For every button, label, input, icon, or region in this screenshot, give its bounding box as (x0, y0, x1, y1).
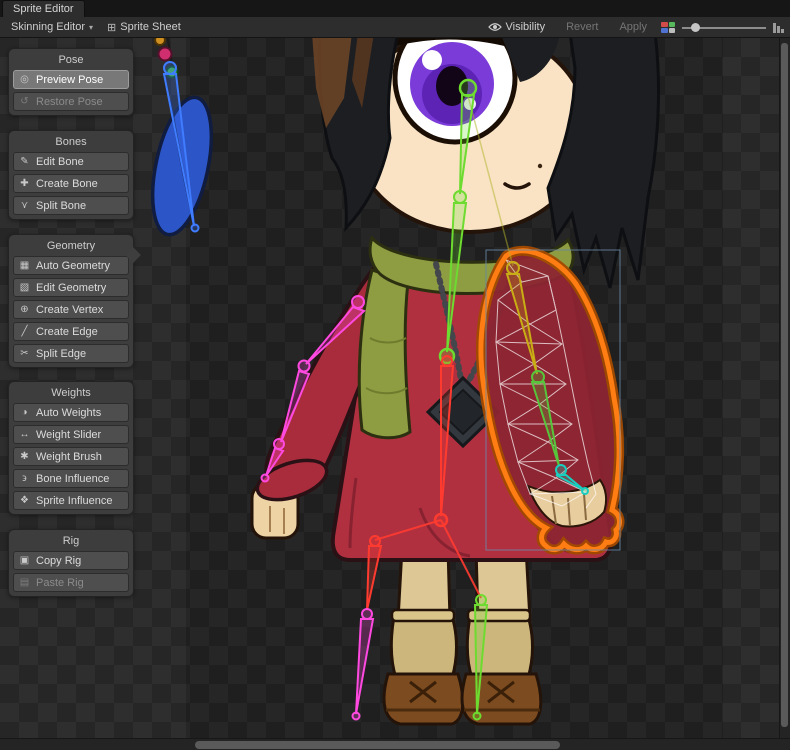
auto-weights-button[interactable]: ◑ Auto Weights (13, 403, 129, 422)
preview-pose-label: Preview Pose (36, 74, 103, 86)
sprite-editor-window: Sprite Editor Skinning Editor ▾ ⊞ Sprite… (0, 0, 790, 750)
split-bone-icon: ⋎ (18, 200, 31, 211)
chevron-down-icon: ▾ (89, 23, 93, 32)
create-vertex-label: Create Vertex (36, 304, 103, 316)
create-edge-button[interactable]: ╱ Create Edge (13, 322, 129, 341)
edit-geometry-button[interactable]: ▧ Edit Geometry (13, 278, 129, 297)
toolbar-right-group: Visibility Revert Apply (481, 19, 786, 36)
create-bone-icon: ✚ (18, 178, 31, 189)
copy-rig-label: Copy Rig (36, 555, 81, 567)
split-edge-button[interactable]: ✂ Split Edge (13, 344, 129, 363)
skinning-editor-dropdown[interactable]: Skinning Editor ▾ (4, 19, 100, 36)
auto-weights-icon: ◑ (18, 407, 31, 418)
character-sprite (252, 38, 659, 724)
split-bone-button[interactable]: ⋎ Split Bone (13, 196, 129, 215)
paste-rig-label: Paste Rig (36, 577, 84, 589)
sprite-sheet-label: Sprite Sheet (120, 21, 181, 33)
create-edge-label: Create Edge (36, 326, 98, 338)
restore-pose-button[interactable]: ↺ Restore Pose (13, 92, 129, 111)
visibility-button[interactable]: Visibility (481, 19, 553, 36)
panel-bones-title: Bones (12, 135, 130, 152)
horizontal-scrollbar-thumb[interactable] (195, 741, 560, 749)
create-vertex-button[interactable]: ⊕ Create Vertex (13, 300, 129, 319)
horizontal-scrollbar[interactable] (0, 738, 790, 750)
skinning-editor-label: Skinning Editor (11, 21, 85, 33)
tab-sprite-editor[interactable]: Sprite Editor (2, 0, 85, 17)
panel-rig: Rig ▣ Copy Rig ▤ Paste Rig (8, 529, 134, 597)
apply-button[interactable]: Apply (612, 19, 654, 36)
vertical-scrollbar[interactable] (779, 38, 790, 738)
panel-geometry: Geometry ▦ Auto Geometry ▧ Edit Geometry… (8, 234, 134, 368)
rgb-alpha-toggle-icon[interactable] (661, 22, 675, 33)
copy-rig-icon: ▣ (18, 555, 31, 566)
create-bone-label: Create Bone (36, 178, 98, 190)
edit-geometry-icon: ▧ (18, 282, 31, 293)
edit-bone-icon: ✎ (18, 156, 31, 167)
auto-geometry-label: Auto Geometry (36, 260, 110, 272)
auto-geometry-icon: ▦ (18, 260, 31, 271)
split-edge-label: Split Edge (36, 348, 86, 360)
skinning-canvas[interactable]: Pose ◎ Preview Pose ↺ Restore Pose Bones… (0, 38, 790, 738)
sprite-influence-button[interactable]: ❖ Sprite Influence (13, 491, 129, 510)
edit-bone-button[interactable]: ✎ Edit Bone (13, 152, 129, 171)
bone-influence-button[interactable]: ϶ Bone Influence (13, 469, 129, 488)
bone-left-leg[interactable] (353, 609, 374, 720)
create-vertex-icon: ⊕ (18, 304, 31, 315)
restore-pose-icon: ↺ (18, 96, 31, 107)
weight-slider-button[interactable]: ↔ Weight Slider (13, 425, 129, 444)
vertical-scrollbar-thumb[interactable] (781, 43, 788, 727)
panel-pose-title: Pose (12, 53, 130, 70)
weight-brush-label: Weight Brush (36, 451, 102, 463)
panel-geometry-title: Geometry (12, 239, 130, 256)
zoom-slider-knob[interactable] (691, 23, 700, 32)
split-bone-label: Split Bone (36, 200, 86, 212)
panel-weights-title: Weights (12, 386, 130, 403)
panel-rig-title: Rig (12, 534, 130, 551)
tab-bar: Sprite Editor (0, 0, 790, 17)
paste-rig-button[interactable]: ▤ Paste Rig (13, 573, 129, 592)
sprite-sheet-icon: ⊞ (107, 21, 116, 34)
weight-slider-label: Weight Slider (36, 429, 101, 441)
bone-influence-icon: ϶ (18, 473, 31, 484)
visibility-label: Visibility (506, 21, 546, 33)
paste-rig-icon: ▤ (18, 577, 31, 588)
weight-brush-button[interactable]: ✱ Weight Brush (13, 447, 129, 466)
auto-geometry-button[interactable]: ▦ Auto Geometry (13, 256, 129, 275)
weight-slider-icon: ↔ (18, 429, 31, 440)
panel-weights: Weights ◑ Auto Weights ↔ Weight Slider ✱… (8, 381, 134, 515)
weight-brush-icon: ✱ (18, 451, 31, 462)
panel-pose: Pose ◎ Preview Pose ↺ Restore Pose (8, 48, 134, 116)
nose (538, 164, 542, 168)
eye-icon (488, 22, 502, 32)
edit-geometry-label: Edit Geometry (36, 282, 106, 294)
sprite-sheet-dropdown[interactable]: ⊞ Sprite Sheet (100, 19, 188, 36)
create-bone-button[interactable]: ✚ Create Bone (13, 174, 129, 193)
edit-bone-label: Edit Bone (36, 156, 84, 168)
zoom-slider[interactable] (682, 21, 766, 34)
character-legs (384, 548, 541, 724)
mipmap-slider-icon[interactable] (773, 22, 784, 33)
sprite-influence-icon: ❖ (18, 495, 31, 506)
toolbar: Skinning Editor ▾ ⊞ Sprite Sheet Visibil… (0, 17, 790, 38)
auto-weights-label: Auto Weights (36, 407, 101, 419)
left-eye (395, 38, 515, 142)
revert-button[interactable]: Revert (559, 19, 605, 36)
copy-rig-button[interactable]: ▣ Copy Rig (13, 551, 129, 570)
preview-pose-icon: ◎ (18, 74, 31, 85)
preview-pose-button[interactable]: ◎ Preview Pose (13, 70, 129, 89)
sprite-influence-label: Sprite Influence (36, 495, 112, 507)
restore-pose-label: Restore Pose (36, 96, 103, 108)
create-edge-icon: ╱ (18, 326, 31, 337)
bone-influence-label: Bone Influence (36, 473, 109, 485)
panel-bones: Bones ✎ Edit Bone ✚ Create Bone ⋎ Split … (8, 130, 134, 220)
split-edge-icon: ✂ (18, 348, 31, 359)
